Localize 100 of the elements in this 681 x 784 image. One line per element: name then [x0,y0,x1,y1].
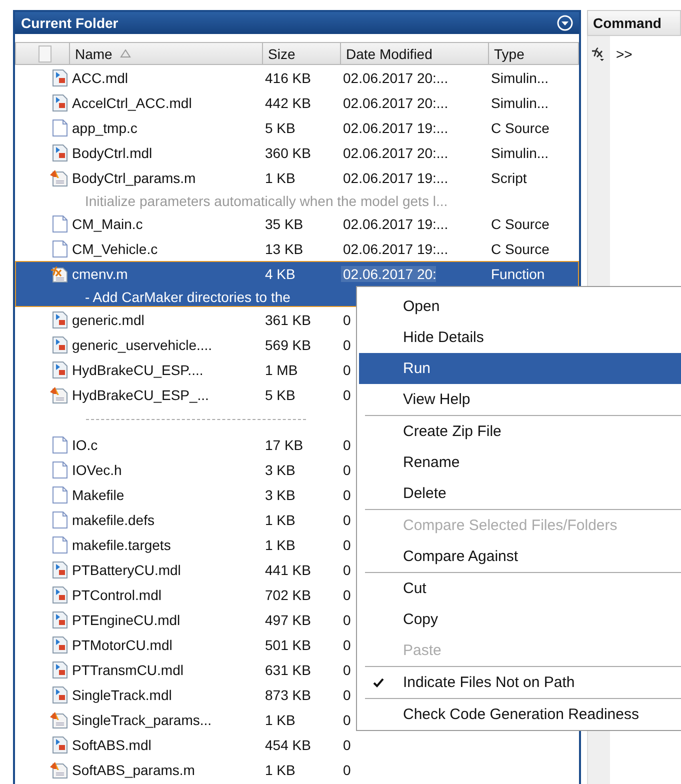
file-size: 3 KB [264,462,296,478]
column-header[interactable]: Type [489,42,579,65]
menu-item[interactable]: Compare Against [359,541,681,572]
file-row[interactable]: SoftABS_params.m 1 KB 0 [15,757,579,782]
file-type: Function [490,266,545,282]
file-size: 1 KB [264,712,296,728]
file-date: 0 [342,312,351,328]
file-type: Script [490,170,527,186]
file-size: 1 KB [264,170,296,186]
file-name: CM_Main.c [71,216,143,232]
file-row[interactable]: app_tmp.c 5 KB 02.06.2017 19:... C Source [15,115,579,140]
file-size: 873 KB [264,686,311,702]
model-file-icon [52,686,68,704]
file-date: 0 [342,436,351,452]
model-file-icon [52,360,68,378]
file-icon [52,486,68,504]
menu-item[interactable]: View Help [359,384,681,415]
file-size: 3 KB [264,486,296,502]
file-row[interactable]: CM_Main.c 35 KB 02.06.2017 19:... C Source [15,211,579,236]
file-icon [52,214,68,232]
file-name: SoftABS_params.m [71,762,195,778]
file-name: app_tmp.c [71,120,138,136]
menu-item[interactable]: Indicate Files Not on Path [359,667,681,698]
menu-item[interactable]: Hide Details [359,322,681,353]
dropdown-icon[interactable] [557,15,573,31]
file-size: 1 MB [264,362,298,378]
model-file-icon [52,636,68,654]
column-header[interactable]: Date Modified [341,42,489,65]
file-size: 1 KB [264,512,296,528]
panel-title: Current Folder [21,15,118,31]
file-size: 631 KB [264,662,311,678]
menu-item[interactable]: Create Zip File [359,416,681,447]
file-size: 361 KB [264,312,311,328]
file-size: 441 KB [264,562,311,578]
file-date: 0 [342,586,351,602]
file-size: 1 KB [264,762,296,778]
file-size: 454 KB [264,736,311,752]
file-date: 0 [342,512,351,528]
file-name: HydBrakeCU_ESP_... [71,386,209,402]
script-file-icon [50,760,68,778]
file-row[interactable]: BodyCtrl.mdl 360 KB 02.06.2017 20:... Simulin... [15,140,579,165]
file-row[interactable]: AccelCtrl_ACC.mdl 442 KB 02.06.2017 20:... Simulin... [15,90,579,115]
script-file-icon [50,710,68,728]
menu-item[interactable]: Check Code Generation Readiness [359,699,681,730]
menu-item[interactable]: Copy [359,604,681,635]
script-file-icon [50,168,68,186]
file-name: cmenv.m [71,266,128,282]
model-file-icon [52,560,68,578]
model-file-icon [52,68,68,86]
file-name: SingleTrack.mdl [71,686,172,702]
file-row[interactable]: SoftABS.mdl 454 KB 0 [15,732,579,757]
file-size: 17 KB [264,436,304,452]
menu-item[interactable]: Cut [359,573,681,604]
model-file-icon [52,336,68,354]
file-type: C Source [490,216,550,232]
file-size: 13 KB [264,240,304,256]
file-date: 0 [342,462,351,478]
model-file-icon [52,610,68,628]
model-file-icon [52,660,68,678]
model-file-icon [52,310,68,328]
file-icon [52,536,68,554]
column-header[interactable]: Size [263,42,341,65]
file-date: 02.06.2017 19:... [342,240,448,256]
menu-item[interactable]: Rename [359,447,681,478]
model-file-icon [52,736,68,754]
file-icon [52,118,68,136]
file-icon [52,436,68,454]
function-browser-icon[interactable] [592,46,606,62]
file-description: Initialize parameters automatically when the model gets l... [85,192,448,208]
file-date: 0 [342,712,351,728]
file-row[interactable]: CM_Vehicle.c 13 KB 02.06.2017 19:... C Source [15,236,579,261]
file-name: PTTransmCU.mdl [71,662,184,678]
sort-ascending-icon [120,49,132,58]
file-size: 360 KB [264,144,311,160]
file-date: 0 [342,686,351,702]
file-name: PTEngineCU.mdl [71,612,180,628]
file-name: generic.mdl [71,312,144,328]
file-row[interactable]: BodyCtrl_params.m 1 KB 02.06.2017 19:... Script [15,165,579,190]
file-icon [52,460,68,478]
file-name: BodyCtrl_params.m [71,170,196,186]
file-type: C Source [490,120,550,136]
file-size: 569 KB [264,336,311,352]
file-name: BodyCtrl.mdl [71,144,152,160]
file-date: 0 [342,386,351,402]
file-size: 501 KB [264,636,311,652]
menu-item[interactable]: Delete [359,478,681,509]
file-size: 702 KB [264,586,311,602]
menu-item[interactable]: Open [359,291,681,322]
file-name: PTBatteryCU.mdl [71,562,181,578]
file-date: 0 [342,762,351,778]
menu-item[interactable]: Run [359,353,681,384]
file-type: Simulin... [490,94,549,110]
file-size: 1 KB [264,536,296,552]
file-name: makefile.defs [71,512,154,528]
column-header[interactable]: Name [70,42,263,65]
file-size: 416 KB [264,70,311,86]
file-row[interactable]: ACC.mdl 416 KB 02.06.2017 20:... Simulin... [15,65,579,90]
file-name: IO.c [71,436,98,452]
file-size: 442 KB [264,94,311,110]
file-size: 35 KB [264,216,304,232]
